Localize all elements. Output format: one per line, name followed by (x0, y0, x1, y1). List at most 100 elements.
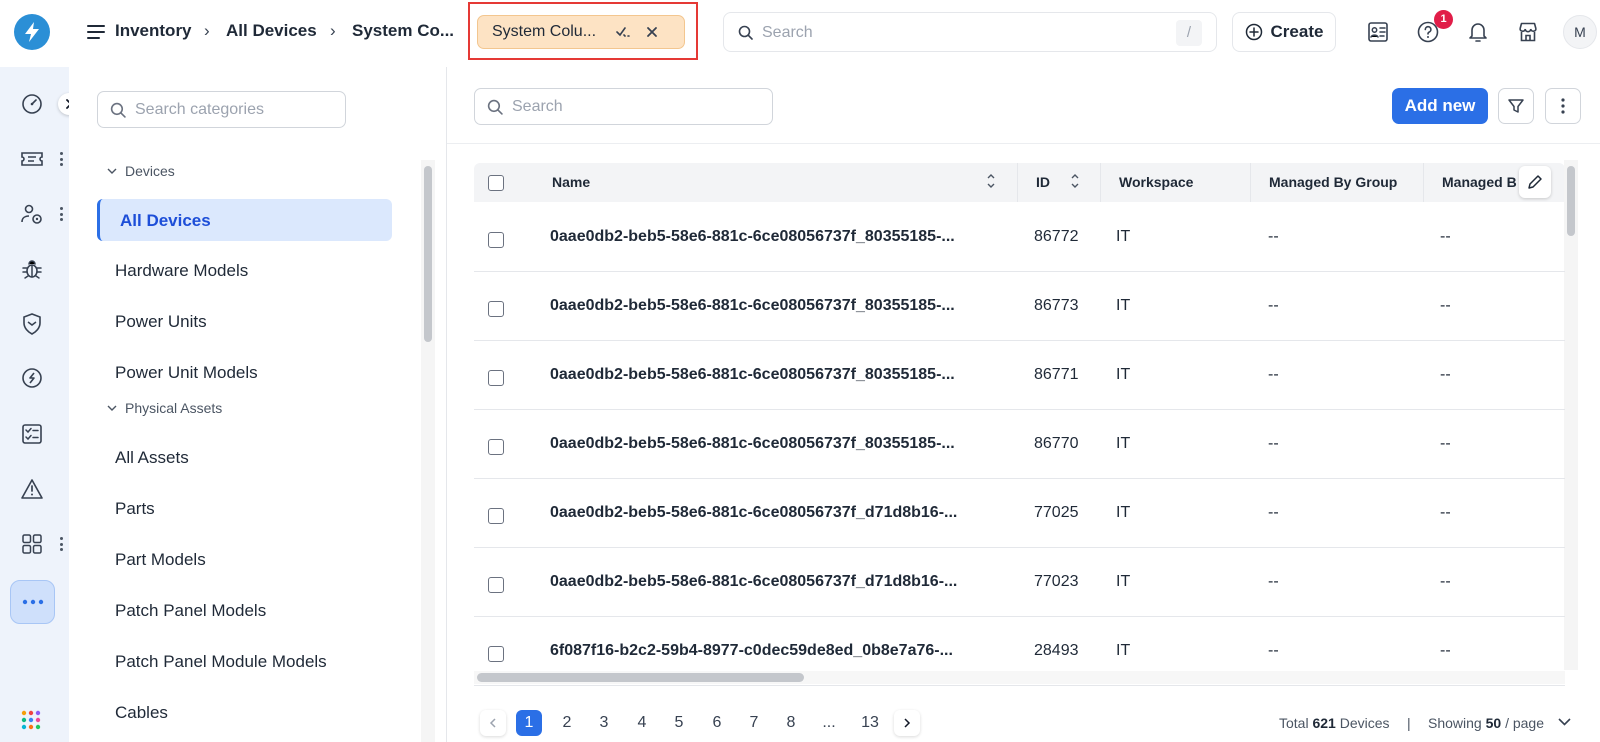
category-item-power-unit-models[interactable]: Power Unit Models (115, 363, 258, 383)
category-item-power-units[interactable]: Power Units (115, 312, 207, 332)
page-1[interactable]: 1 (516, 710, 542, 736)
category-item-hardware-models[interactable]: Hardware Models (115, 261, 248, 281)
column-header-managed-by-group[interactable]: Managed By Group (1269, 174, 1397, 190)
page-8[interactable]: 8 (778, 710, 804, 736)
managed-by-group-cell: -- (1268, 366, 1279, 383)
group-devices[interactable]: Devices (107, 163, 175, 179)
tab-system-columns[interactable]: System Colu... (477, 15, 685, 49)
apps-grid-icon[interactable] (18, 530, 46, 558)
row-checkbox[interactable] (488, 439, 504, 455)
device-name-cell[interactable]: 0aae0db2-beb5-58e6-881c-6ce08056737f_803… (550, 297, 1000, 315)
table-horizontal-scrollbar[interactable] (477, 673, 804, 682)
page-5[interactable]: 5 (666, 710, 692, 736)
sort-icon[interactable] (986, 172, 996, 190)
row-checkbox[interactable] (488, 301, 504, 317)
group-physical-assets[interactable]: Physical Assets (107, 400, 222, 416)
page-size-selector[interactable]: Showing 50 / page (1428, 715, 1544, 731)
warning-icon[interactable] (18, 475, 46, 503)
breadcrumb-system-columns[interactable]: System Co... (352, 21, 454, 41)
device-name-cell[interactable]: 0aae0db2-beb5-58e6-881c-6ce08056737f_d71… (550, 504, 1000, 522)
create-button[interactable]: Create (1232, 12, 1336, 52)
workspace-cell: IT (1116, 573, 1131, 590)
table-vertical-scrollbar[interactable] (1567, 166, 1575, 236)
chevron-right-icon (904, 718, 911, 728)
table-search-placeholder: Search (512, 98, 563, 115)
showing-prefix: Showing (1428, 715, 1482, 731)
more-options-icon[interactable] (58, 207, 64, 221)
table-header (474, 163, 1565, 202)
table-search-input[interactable]: Search (474, 88, 773, 125)
category-item-cables[interactable]: Cables (115, 703, 168, 723)
global-search-input[interactable]: Search / (723, 12, 1217, 52)
workspace-cell: IT (1116, 642, 1131, 659)
category-item-parts[interactable]: Parts (115, 499, 155, 519)
more-options-icon[interactable] (58, 152, 64, 166)
app-logo-icon[interactable] (14, 14, 50, 50)
ticket-icon[interactable] (18, 145, 46, 173)
page-3[interactable]: 3 (591, 710, 617, 736)
row-checkbox[interactable] (488, 232, 504, 248)
table-vertical-scroll-track (1564, 160, 1578, 670)
category-item-patch-panel-module-models[interactable]: Patch Panel Module Models (115, 652, 327, 672)
checklist-icon[interactable] (18, 420, 46, 448)
page-2[interactable]: 2 (554, 710, 580, 736)
edit-columns-button[interactable] (1519, 166, 1551, 198)
category-item-part-models[interactable]: Part Models (115, 550, 206, 570)
page-size-value: 50 (1485, 715, 1502, 731)
device-name-cell[interactable]: 0aae0db2-beb5-58e6-881c-6ce08056737f_d71… (550, 573, 1000, 591)
row-checkbox[interactable] (488, 577, 504, 593)
add-new-button[interactable]: Add new (1392, 88, 1488, 124)
device-name-cell[interactable]: 0aae0db2-beb5-58e6-881c-6ce08056737f_803… (550, 435, 1000, 453)
hamburger-menu-icon[interactable] (87, 24, 105, 40)
row-checkbox[interactable] (488, 646, 504, 662)
category-item-patch-panel-models[interactable]: Patch Panel Models (115, 601, 266, 621)
page-4[interactable]: 4 (629, 710, 655, 736)
dashboard-gauge-icon[interactable] (18, 90, 46, 118)
close-icon[interactable] (646, 26, 658, 38)
category-item-all-assets[interactable]: All Assets (115, 448, 189, 468)
more-apps-button[interactable] (10, 580, 55, 624)
next-page-button[interactable] (894, 710, 920, 736)
managed-by-group-cell: -- (1268, 573, 1279, 590)
breadcrumb-all-devices[interactable]: All Devices (226, 21, 317, 41)
column-header-name[interactable]: Name (552, 174, 590, 190)
workspace-cell: IT (1116, 297, 1131, 314)
category-scrollbar[interactable] (424, 166, 432, 342)
chevron-down-icon[interactable] (1558, 718, 1571, 726)
bell-icon[interactable] (1464, 18, 1492, 46)
device-id-cell: 77023 (1034, 573, 1079, 590)
compass-icon[interactable] (18, 364, 46, 392)
category-item-all-devices[interactable]: All Devices (97, 199, 392, 241)
category-search-input[interactable]: Search categories (97, 91, 346, 128)
contacts-card-icon[interactable] (1364, 18, 1392, 46)
prev-page-button[interactable] (480, 710, 506, 736)
more-actions-button[interactable] (1545, 88, 1581, 124)
double-check-icon[interactable] (616, 25, 634, 39)
device-name-cell[interactable]: 6f087f16-b2c2-59b4-8977-c0dec59de8ed_0b8… (550, 642, 1000, 660)
filter-button[interactable] (1498, 88, 1534, 124)
shield-icon[interactable] (18, 310, 46, 338)
row-checkbox[interactable] (488, 370, 504, 386)
chevron-right-icon: › (330, 21, 336, 40)
column-header-id[interactable]: ID (1036, 174, 1050, 190)
page-6[interactable]: 6 (704, 710, 730, 736)
app-launcher-dots-icon[interactable] (21, 710, 41, 730)
column-header-managed-by[interactable]: Managed B (1442, 174, 1518, 190)
store-icon[interactable] (1514, 18, 1542, 46)
select-all-checkbox[interactable] (488, 175, 504, 191)
device-name-cell[interactable]: 0aae0db2-beb5-58e6-881c-6ce08056737f_803… (550, 366, 1000, 384)
page-13[interactable]: 13 (853, 710, 887, 736)
search-shortcut-key: / (1176, 20, 1202, 46)
more-options-icon[interactable] (58, 537, 64, 551)
page-7[interactable]: 7 (741, 710, 767, 736)
device-name-cell[interactable]: 0aae0db2-beb5-58e6-881c-6ce08056737f_803… (550, 228, 1000, 246)
column-divider (1100, 163, 1101, 202)
user-avatar[interactable]: M (1563, 15, 1597, 49)
breadcrumb-inventory[interactable]: Inventory (115, 21, 192, 41)
category-search-placeholder: Search categories (135, 101, 264, 118)
bug-icon[interactable] (18, 255, 46, 283)
sort-icon[interactable] (1070, 172, 1080, 190)
column-header-workspace[interactable]: Workspace (1119, 174, 1193, 190)
users-settings-icon[interactable] (18, 200, 46, 228)
row-checkbox[interactable] (488, 508, 504, 524)
